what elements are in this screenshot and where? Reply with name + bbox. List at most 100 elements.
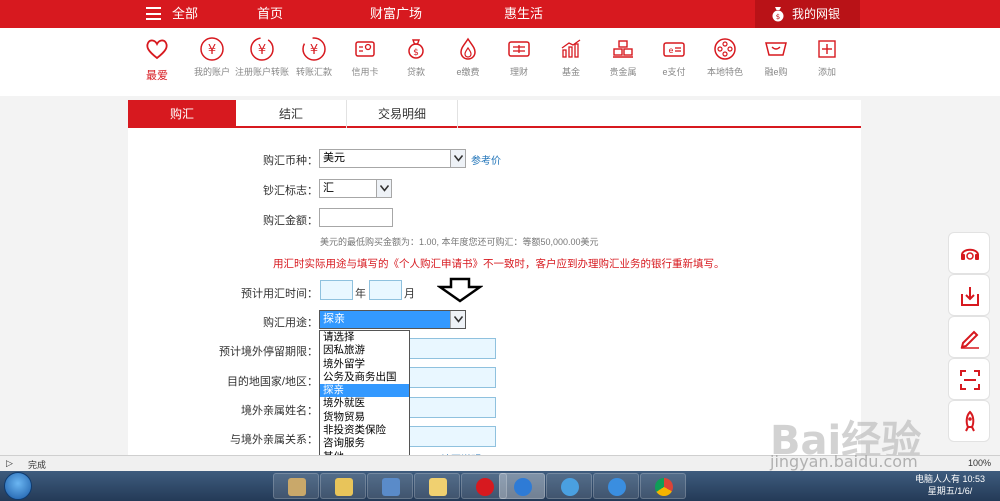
film-reel-icon xyxy=(714,38,736,60)
dropdown-option[interactable]: 咨询服务 xyxy=(320,437,409,450)
back-to-top-button[interactable] xyxy=(948,400,990,442)
favorite-label: 最爱 xyxy=(146,70,168,82)
system-clock[interactable]: 电脑人人有 10:53 星期五/1/6/ xyxy=(900,473,1000,497)
shortcut-local-special[interactable]: 本地特色 xyxy=(697,36,753,78)
nav-life[interactable]: 惠生活 xyxy=(504,0,543,28)
tab-transaction-detail[interactable]: 交易明细 xyxy=(347,100,457,128)
taskbar-explorer[interactable] xyxy=(320,473,366,499)
cash-flag-label: 钞汇标志： xyxy=(263,185,318,197)
shortcut-e-payment[interactable]: e缴费 xyxy=(440,36,496,78)
svg-text:$: $ xyxy=(776,13,780,21)
amount-input[interactable] xyxy=(319,208,393,227)
clock-date: 星期五/1/6/ xyxy=(927,486,973,496)
add-icon xyxy=(818,40,836,58)
nav-home[interactable]: 首页 xyxy=(257,0,283,28)
favorite-shortcut[interactable]: 最爱 xyxy=(137,36,177,83)
taskbar-ie[interactable] xyxy=(593,473,639,499)
shortcut-e-pay[interactable]: e e支付 xyxy=(646,36,702,78)
chart-icon xyxy=(561,39,581,58)
watermark-url: jingyan.baidu.com xyxy=(770,452,918,471)
shortcut-transfer-remit[interactable]: ¥ 转账汇款 xyxy=(286,36,342,78)
destination-input[interactable] xyxy=(408,367,496,388)
svg-text:¥: ¥ xyxy=(310,43,318,58)
gold-bars-icon xyxy=(613,40,633,58)
chevron-down-icon[interactable] xyxy=(376,180,391,197)
destination-label: 目的地国家/地区： xyxy=(226,376,318,388)
month-input[interactable] xyxy=(369,280,402,300)
tab-buy-fx[interactable]: 购汇 xyxy=(128,100,236,128)
tab-sell-fx[interactable]: 结汇 xyxy=(236,100,346,128)
menu-icon[interactable] xyxy=(146,7,161,20)
relative-name-label: 境外亲属姓名： xyxy=(241,405,318,417)
heart-icon xyxy=(146,39,168,60)
shortcut-finance[interactable]: 理财 xyxy=(491,36,547,78)
year-input[interactable] xyxy=(320,280,353,300)
svg-text:¥: ¥ xyxy=(208,43,216,58)
taskbar-search-app[interactable] xyxy=(499,473,545,499)
reference-price-link[interactable]: 参考价 xyxy=(471,152,501,167)
shortcut-loan[interactable]: $ 贷款 xyxy=(388,36,444,78)
nav-wealth-plaza[interactable]: 财富广场 xyxy=(370,0,422,28)
yuan-circle-icon: ¥ xyxy=(200,37,224,61)
dropdown-option[interactable]: 请选择 xyxy=(320,331,409,344)
scan-button[interactable] xyxy=(948,358,990,400)
shortcut-add[interactable]: 添加 xyxy=(799,36,855,78)
credit-card-icon xyxy=(355,41,375,57)
tab-bar: 购汇 结汇 交易明细 xyxy=(128,100,861,128)
shortcut-credit-card[interactable]: 信用卡 xyxy=(337,36,393,78)
dropdown-option[interactable]: 非投资类保险 xyxy=(320,424,409,437)
dropdown-option-selected[interactable]: 探亲 xyxy=(320,384,409,398)
taskbar-folder[interactable] xyxy=(414,473,460,499)
dropdown-option[interactable]: 因私旅游 xyxy=(320,344,409,357)
chevron-down-icon[interactable] xyxy=(450,150,465,167)
relative-name-input[interactable] xyxy=(408,397,496,418)
shortcut-registered-transfer[interactable]: ¥ 注册账户转账 xyxy=(234,36,290,78)
svg-text:¥: ¥ xyxy=(258,43,266,58)
customer-service-button[interactable] xyxy=(948,232,990,274)
my-bank-button[interactable]: $ 我的网银 xyxy=(755,0,860,28)
dropdown-option[interactable]: 货物贸易 xyxy=(320,411,409,424)
chevron-down-icon[interactable] xyxy=(450,311,465,328)
dropdown-option[interactable]: 境外留学 xyxy=(320,358,409,371)
taskbar-paint[interactable] xyxy=(273,473,319,499)
taskbar-network[interactable] xyxy=(367,473,413,499)
taskbar-chrome[interactable] xyxy=(640,473,686,499)
download-button[interactable] xyxy=(948,274,990,316)
shortcut-my-account[interactable]: ¥ 我的账户 xyxy=(184,36,240,78)
start-button[interactable] xyxy=(4,472,32,500)
rocket-icon xyxy=(965,410,975,432)
icon-bar: 最爱 ¥ 我的账户 ¥ 注册账户转账 ¥ 转账汇款 信用卡 $ 贷款 e缴费 理… xyxy=(0,28,1000,96)
stay-duration-input[interactable] xyxy=(408,338,496,359)
transfer-circle-icon: ¥ xyxy=(250,37,274,61)
currency-select[interactable]: 美元 xyxy=(319,149,466,168)
zoom-level[interactable]: 100% xyxy=(968,458,991,468)
clock-time: 电脑人人有 10:53 xyxy=(914,474,986,484)
headset-icon xyxy=(961,248,979,260)
dropdown-option[interactable]: 境外就医 xyxy=(320,397,409,410)
flame-icon xyxy=(460,37,476,60)
taskbar-settings[interactable] xyxy=(546,473,592,499)
money-bag-icon: $ xyxy=(408,39,424,59)
shortcut-rong-e-gou[interactable]: 融e购 xyxy=(748,36,804,78)
my-bank-label: 我的网银 xyxy=(792,7,841,21)
currency-value: 美元 xyxy=(323,152,345,164)
relation-label: 与境外亲属关系： xyxy=(230,434,318,446)
month-label: 月 xyxy=(404,288,415,300)
tab-divider xyxy=(457,100,458,128)
shortcut-precious-metal[interactable]: 贵金属 xyxy=(595,36,651,78)
purpose-value: 探亲 xyxy=(323,313,345,325)
nav-all[interactable]: 全部 xyxy=(172,0,198,28)
year-label: 年 xyxy=(355,288,366,300)
windows-taskbar: 电脑人人有 10:53 星期五/1/6/ xyxy=(0,471,1000,501)
purpose-select[interactable]: 探亲 xyxy=(319,310,466,329)
cash-flag-value: 汇 xyxy=(323,182,334,194)
relation-input[interactable] xyxy=(408,426,496,447)
amount-hint: 美元的最低购买金额为：1.00, 本年度您还可购汇：等额50,000.00美元 xyxy=(320,237,599,247)
edit-button[interactable] xyxy=(948,316,990,358)
status-icon: ▷ xyxy=(6,458,13,468)
amount-label: 购汇金额： xyxy=(263,215,318,227)
cash-flag-select[interactable]: 汇 xyxy=(319,179,392,198)
finance-icon xyxy=(508,41,530,57)
dropdown-option[interactable]: 公务及商务出国 xyxy=(320,371,409,384)
shortcut-fund[interactable]: 基金 xyxy=(543,36,599,78)
